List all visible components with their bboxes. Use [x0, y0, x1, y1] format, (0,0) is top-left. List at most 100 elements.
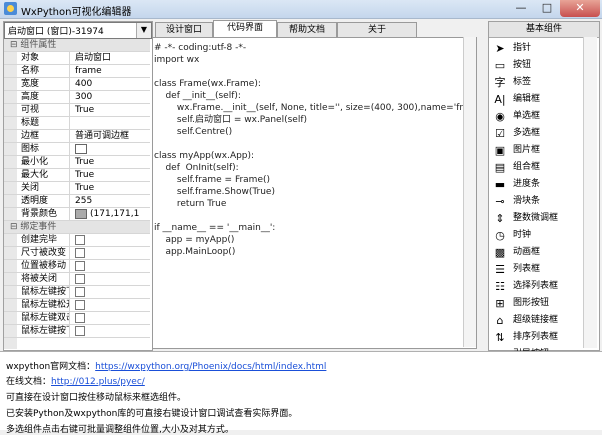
props-category-row[interactable]: 组件属性 [4, 39, 150, 52]
code-scrollbar[interactable] [463, 37, 476, 347]
component-item[interactable]: ⇅ 排序列表框 [493, 329, 585, 346]
component-label: 多选框 [513, 128, 541, 138]
minimize-button[interactable]: — [508, 0, 534, 17]
property-value[interactable]: True [71, 104, 150, 116]
property-value[interactable]: True [71, 156, 150, 168]
component-label: 动画框 [513, 247, 541, 257]
property-row[interactable]: 对象 启动窗口 [4, 52, 150, 65]
component-label: 按钮 [513, 60, 532, 70]
property-row[interactable]: 高度 300 [4, 91, 150, 104]
component-item[interactable]: ▤ 组合框 [493, 159, 585, 176]
icon-picker[interactable] [75, 143, 87, 154]
property-value[interactable]: 300 [71, 91, 150, 103]
property-name: 边框 [4, 130, 70, 142]
component-item[interactable]: ⊞ 图形按钮 [493, 295, 585, 312]
event-checkbox[interactable] [75, 234, 85, 245]
color-swatch[interactable] [75, 208, 87, 219]
tab-about[interactable]: 关于 [337, 22, 417, 37]
component-item[interactable]: ☰ 列表框 [493, 261, 585, 278]
property-row[interactable]: 名称 frame [4, 65, 150, 78]
component-scrollbar[interactable] [583, 37, 597, 348]
property-row[interactable]: 边框 普通可调边框 [4, 130, 150, 143]
property-row[interactable]: 图标 [4, 143, 150, 156]
event-value[interactable] [71, 325, 150, 337]
chevron-down-icon[interactable]: ▼ [136, 23, 151, 38]
component-item[interactable]: ☑ 多选框 [493, 125, 585, 142]
component-item[interactable]: ▭ 按钮 [493, 57, 585, 74]
property-value[interactable]: 启动窗口 [71, 52, 150, 64]
component-item[interactable]: ▣ 图片框 [493, 142, 585, 159]
property-row[interactable]: 最大化 True [4, 169, 150, 182]
event-row[interactable]: 鼠标左键按下 [4, 325, 150, 338]
event-value[interactable] [71, 247, 150, 259]
event-checkbox[interactable] [75, 312, 85, 323]
component-label: 单选框 [513, 111, 541, 121]
property-row[interactable]: 背景颜色 (171,171,1 [4, 208, 150, 221]
event-checkbox[interactable] [75, 299, 85, 310]
event-value[interactable] [71, 312, 150, 324]
event-row[interactable]: 将被关闭 [4, 273, 150, 286]
property-row[interactable]: 可视 True [4, 104, 150, 117]
property-row[interactable]: 标题 [4, 117, 150, 130]
component-item[interactable]: ➤ 指针 [493, 40, 585, 57]
wxpython-docs-link[interactable]: https://wxpython.org/Phoenix/docs/html/i… [95, 362, 326, 372]
property-name: 图标 [4, 143, 70, 155]
component-item[interactable]: ⊸ 滑块条 [493, 193, 585, 210]
event-checkbox[interactable] [75, 247, 85, 258]
event-row[interactable]: 鼠标左键松开 [4, 299, 150, 312]
code-line: self.frame.Show(True) [154, 187, 275, 197]
event-value[interactable] [71, 260, 150, 272]
color-value: (171,171,1 [90, 209, 140, 219]
property-row[interactable]: 宽度 400 [4, 78, 150, 91]
component-palette-header[interactable]: 基本组件 [489, 22, 599, 38]
event-value[interactable] [71, 286, 150, 298]
event-row[interactable]: 尺寸被改变 [4, 247, 150, 260]
event-row[interactable]: 创建完毕 [4, 234, 150, 247]
component-item[interactable]: 字标签 [493, 74, 585, 91]
property-value[interactable]: 普通可调边框 [71, 130, 150, 142]
property-value[interactable]: True [71, 169, 150, 181]
property-value[interactable]: 255 [71, 195, 150, 207]
tab-help-docs[interactable]: 帮助文档 [277, 22, 337, 37]
tab-design-window[interactable]: 设计窗口 [155, 22, 213, 37]
component-item[interactable]: ◉ 单选框 [493, 108, 585, 125]
component-item[interactable]: ▬ 进度条 [493, 176, 585, 193]
textbox-icon: A| [494, 93, 506, 106]
event-row[interactable]: 位置被移动 [4, 260, 150, 273]
event-value[interactable] [71, 234, 150, 246]
component-item[interactable]: ⌂ 超级链接框 [493, 312, 585, 329]
property-value[interactable]: 400 [71, 78, 150, 90]
property-value[interactable]: (171,171,1 [71, 208, 150, 220]
component-item[interactable]: ▩ 动画框 [493, 244, 585, 261]
property-row[interactable]: 最小化 True [4, 156, 150, 169]
events-category-row[interactable]: 绑定事件 [4, 221, 150, 234]
event-value[interactable] [71, 299, 150, 311]
property-value[interactable]: frame [71, 65, 150, 77]
target-select[interactable]: 启动窗口 (窗口)-31974 ▼ [4, 22, 152, 39]
component-label: 编辑框 [513, 94, 541, 104]
component-item[interactable]: A| 编辑框 [493, 91, 585, 108]
event-row[interactable]: 鼠标左键按下 [4, 286, 150, 299]
component-item[interactable]: ☷ 选择列表框 [493, 278, 585, 295]
component-item[interactable]: ◷ 时钟 [493, 227, 585, 244]
hyperlink-icon: ⌂ [496, 314, 504, 327]
component-item[interactable]: ⇕ 整数微调框 [493, 210, 585, 227]
event-checkbox[interactable] [75, 286, 85, 297]
event-value[interactable] [71, 273, 150, 285]
maximize-button[interactable]: □ [534, 0, 560, 17]
online-docs-link[interactable]: http://012.plus/pyec/ [51, 377, 145, 387]
property-name: 最大化 [4, 169, 70, 181]
property-value[interactable]: True [71, 182, 150, 194]
component-label: 超级链接框 [513, 315, 559, 325]
property-value[interactable] [71, 117, 150, 129]
event-checkbox[interactable] [75, 260, 85, 271]
tab-code-view[interactable]: 代码界面 [213, 20, 277, 38]
event-row[interactable]: 鼠标左键双击 [4, 312, 150, 325]
event-checkbox[interactable] [75, 273, 85, 284]
code-editor[interactable]: # -*- coding:utf-8 -*- import wx class Fra… [152, 37, 477, 349]
property-value[interactable] [71, 143, 150, 155]
property-row[interactable]: 透明度 255 [4, 195, 150, 208]
event-checkbox[interactable] [75, 325, 85, 336]
close-button[interactable]: ✕ [560, 0, 600, 17]
property-row[interactable]: 关闭 True [4, 182, 150, 195]
